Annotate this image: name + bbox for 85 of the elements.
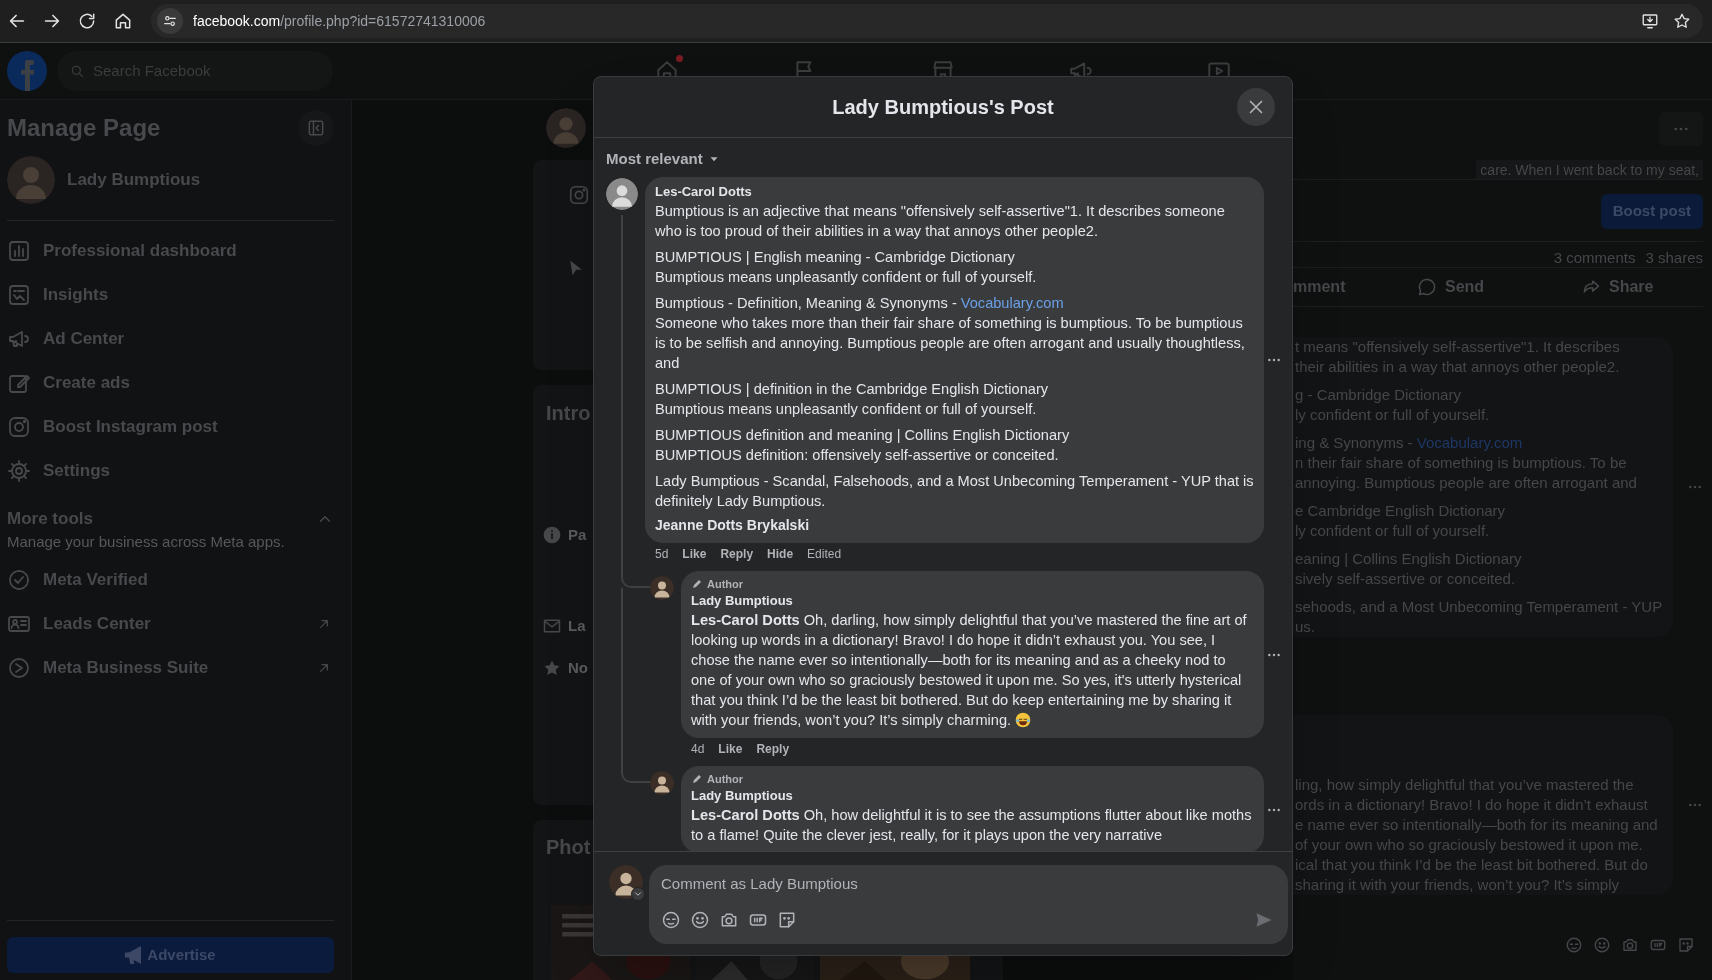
bar-chart-icon	[7, 239, 31, 263]
avatar	[609, 865, 643, 899]
search-icon	[69, 63, 85, 79]
comment-text: Les-Carol Dotts Oh, darling, how simply delightful that you’ve mastered the fine art of looking up words in a dictionary! Bravo! I do hope it didn’t exhaust you. You see, I chose the name ever so intentionally—both for its meaning and as a cheeky nod to one of your own who so graciously bestowed it upon me. So yes, it's utterly hysterical that you think I’d be the least bit bothered. But do keep entertaining me by sharing it with your friends, won’t you? It’s simply charming.	[691, 611, 1248, 730]
link[interactable]: Vocabulary.com	[1416, 434, 1523, 451]
action-link[interactable]: Reply	[756, 740, 790, 758]
avatar	[650, 771, 674, 795]
comment-box[interactable]: Comment as Lady Bumptious	[649, 865, 1288, 944]
sticker-icon[interactable]	[777, 910, 797, 930]
sidebar-item[interactable]: Meta Business Suite	[7, 646, 332, 690]
author-label: Author	[691, 576, 1254, 592]
account-switch-badge[interactable]	[631, 887, 645, 901]
sidebar-toggle-icon	[306, 118, 326, 138]
comment-text: Les-Carol Dotts Oh, how delightful it is to see the assumptions flutter about like moths to a flame! Quite the clever jest, really, for it plays upon the very narrative	[691, 806, 1253, 845]
verified-badge-icon	[7, 568, 31, 592]
action-link[interactable]: Hide	[767, 545, 794, 563]
avatar	[7, 156, 55, 204]
share-action[interactable]: Share	[1581, 275, 1654, 299]
close-button[interactable]	[1237, 88, 1275, 126]
share-count[interactable]: 3 shares	[1645, 247, 1703, 267]
bookmark-star-icon[interactable]	[1673, 12, 1691, 30]
instagram-icon[interactable]	[568, 184, 590, 206]
avatar	[650, 576, 674, 600]
action-link[interactable]: Like	[718, 740, 743, 758]
action-link[interactable]: Like	[682, 545, 707, 563]
sidebar-item[interactable]: Meta Verified	[7, 558, 332, 602]
pencil-icon	[691, 578, 703, 590]
sidebar-item[interactable]: Create ads	[7, 361, 344, 405]
sidebar-item[interactable]: Boost Instagram post	[7, 405, 344, 449]
sidebar-item[interactable]: Ad Center	[7, 317, 344, 361]
comment-text: BUMPTIOUS definition and meaning | Collins English Dictionary BUMPTIOUS definition: offensively self-assertive or conceited.	[655, 426, 1071, 465]
url-text[interactable]: facebook.com/profile.php?id=61572741310006	[193, 10, 486, 32]
sidebar-item[interactable]: Insights	[7, 273, 344, 317]
section-title: More tools	[7, 508, 93, 531]
comment-text: BUMPTIOUS | definition in the Cambridge English Dictionary Bumptious means unpleasantly confident or full of yourself.	[655, 380, 1050, 419]
comment-text: Bumptious - Definition, Meaning & Synonyms - Vocabulary.com Someone who takes more than their fair share of something is bumptious. To be bumptious is to be selfish and annoying. Bumptious people are often arrogant and usually thoughtless, and	[655, 294, 1246, 373]
sidebar-item[interactable]: Leads Center	[7, 602, 332, 646]
install-icon[interactable]	[1641, 12, 1659, 30]
comment-time[interactable]: 4d	[691, 740, 705, 758]
comment-signature: Jeanne Dotts Brykalski	[655, 516, 811, 535]
comment-time[interactable]: 5d	[655, 545, 669, 563]
comment-author[interactable]: Lady Bumptious	[691, 592, 1254, 610]
comment-text: Bumptious is an adjective that means "offensively self-assertive"1. It describes someone who is too proud of their abilities in a way that annoys other people2.	[655, 202, 1226, 241]
info-icon	[542, 525, 562, 545]
detail-text: No	[568, 657, 588, 678]
author-label: Author	[691, 771, 1254, 787]
detail-text: Pa	[568, 524, 587, 545]
logo[interactable]	[7, 51, 47, 91]
megaphone-icon	[125, 946, 142, 964]
comment-count[interactable]: 3 comments	[1553, 247, 1636, 267]
reload-icon[interactable]	[77, 11, 97, 31]
sidebar-title: Manage Page	[7, 113, 161, 143]
avatar	[546, 108, 586, 148]
section-subtitle: Manage your business across Meta apps.	[7, 532, 286, 551]
sidebar-item[interactable]: Settings	[7, 449, 344, 493]
camera-icon[interactable]	[719, 910, 739, 930]
detail-text: La	[568, 615, 586, 636]
insights-icon	[7, 283, 31, 307]
comment-field[interactable]: Comment as Lady Bumptious	[661, 869, 1276, 897]
pencil-icon	[691, 773, 703, 785]
comment-action[interactable]: mment	[1293, 275, 1417, 299]
emoji-icon[interactable]	[690, 910, 710, 930]
comment-author[interactable]: Lady Bumptious	[691, 787, 1254, 805]
sort-dropdown[interactable]: Most relevant	[606, 147, 721, 171]
edited-label: Edited	[807, 546, 842, 563]
comment-text: BUMPTIOUS | English meaning - Cambridge Dictionary Bumptious means unpleasantly confident or full of yourself.	[655, 248, 1038, 287]
instagram-icon	[7, 415, 31, 439]
sidebar-item[interactable]: Professional dashboard	[7, 229, 344, 273]
send-action[interactable]: Send	[1417, 275, 1581, 299]
comment-text: Lady Bumptious - Scandal, Falsehoods, and a Most Unbecoming Temperament - YUP that is definitely Lady Bumptious.	[655, 472, 1254, 511]
envelope-icon	[542, 616, 562, 636]
home-icon[interactable]	[113, 11, 133, 31]
settings-icon	[7, 459, 31, 483]
site-settings-icon[interactable]	[162, 13, 178, 29]
dialog-title: Lady Bumptious's Post	[832, 95, 1054, 120]
avatar	[606, 178, 638, 210]
page-name[interactable]: Lady Bumptious	[67, 167, 201, 193]
action-link[interactable]: Reply	[720, 545, 754, 563]
comment-author[interactable]: Les-Carol Dotts	[655, 183, 1254, 201]
avatar-sticker-icon[interactable]	[661, 910, 681, 930]
link[interactable]: Vocabulary.com	[960, 295, 1064, 311]
play-circle-icon	[7, 656, 31, 680]
chat-bubble-icon	[1417, 277, 1437, 297]
collapse-button[interactable]	[298, 110, 334, 146]
chevron-down-icon	[633, 889, 643, 899]
